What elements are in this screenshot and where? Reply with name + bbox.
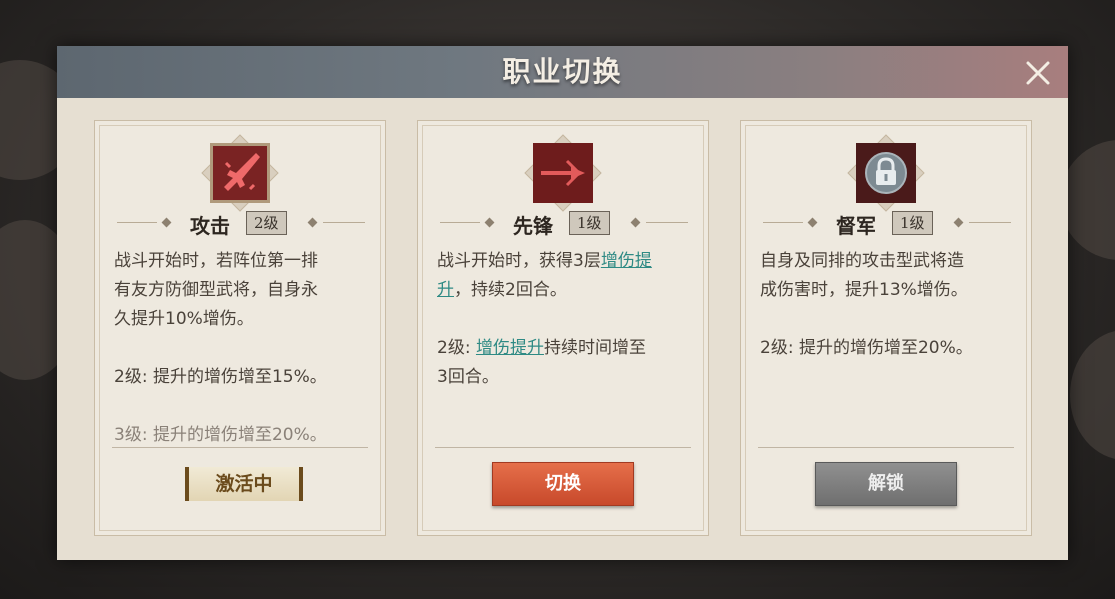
background-blob <box>1070 330 1115 460</box>
lock-icon <box>846 133 926 213</box>
decor-diamond <box>161 217 172 228</box>
buff-link[interactable]: 增伤提 <box>601 251 652 271</box>
divider <box>758 447 1014 448</box>
decor-line <box>763 222 803 223</box>
desc-line: 3回合。 <box>437 367 499 387</box>
sword-icon <box>200 133 280 213</box>
level-badge: 1级 <box>569 211 610 235</box>
buff-link[interactable]: 增伤提升 <box>476 338 544 358</box>
dagger-icon <box>523 133 603 213</box>
divider <box>112 447 368 448</box>
class-name: 先锋 <box>513 214 553 238</box>
desc-line: 久提升10%增伤。 <box>114 309 254 329</box>
level-badge: 1级 <box>892 211 933 235</box>
class-name: 督军 <box>836 214 876 238</box>
desc-line: 有友方防御型武将，自身永 <box>114 280 318 300</box>
close-icon[interactable] <box>1023 58 1053 88</box>
decor-line <box>646 222 688 223</box>
decor-line <box>117 222 157 223</box>
divider <box>435 447 691 448</box>
level-3-desc: 3级: 提升的增伤增至20%。 <box>114 425 327 445</box>
class-description: 战斗开始时，若阵位第一排 有友方防御型武将，自身永 久提升10%增伤。 2级: … <box>114 247 368 450</box>
background-blob <box>1060 140 1115 260</box>
level-2-desc: 2级: 提升的增伤增至15%。 <box>114 367 327 387</box>
desc-line: 战斗开始时，若阵位第一排 <box>114 251 318 271</box>
desc-line: 战斗开始时，获得3层增伤提 <box>437 251 652 271</box>
class-name: 攻击 <box>190 214 230 238</box>
decor-diamond <box>484 217 495 228</box>
level-badge: 2级 <box>246 211 287 235</box>
decor-diamond <box>807 217 818 228</box>
active-status-badge: 激活中 <box>185 467 303 501</box>
level-2-desc: 2级: 增伤提升持续时间增至 <box>437 338 646 358</box>
desc-line: 自身及同排的攻击型武将造 <box>760 251 964 271</box>
switch-button[interactable]: 切换 <box>492 462 634 506</box>
class-card-vanguard[interactable]: 先锋 1级 战斗开始时，获得3层增伤提 升，持续2回合。 2级: 增伤提升持续时… <box>417 120 709 536</box>
buff-link[interactable]: 升 <box>437 280 454 300</box>
decor-diamond <box>307 217 318 228</box>
decor-line <box>323 222 365 223</box>
decor-diamond <box>630 217 641 228</box>
class-card-commander[interactable]: 督军 1级 自身及同排的攻击型武将造 成伤害时，提升13%增伤。 2级: 提升的… <box>740 120 1032 536</box>
decor-line <box>440 222 480 223</box>
class-description: 自身及同排的攻击型武将造 成伤害时，提升13%增伤。 2级: 提升的增伤增至20… <box>760 247 1014 363</box>
desc-line: 成伤害时，提升13%增伤。 <box>760 280 968 300</box>
dialog-title: 职业切换 <box>502 55 623 88</box>
class-switch-dialog: 职业切换 攻击 2级 战斗开始时，若阵位第一排 有友方防御型武将，自身永 久提升… <box>57 46 1068 560</box>
unlock-button[interactable]: 解锁 <box>815 462 957 506</box>
class-description: 战斗开始时，获得3层增伤提 升，持续2回合。 2级: 增伤提升持续时间增至 3回… <box>437 247 691 392</box>
decor-diamond <box>953 217 964 228</box>
class-card-attack[interactable]: 攻击 2级 战斗开始时，若阵位第一排 有友方防御型武将，自身永 久提升10%增伤… <box>94 120 386 536</box>
desc-line: 升，持续2回合。 <box>437 280 567 300</box>
decor-line <box>969 222 1011 223</box>
level-2-desc: 2级: 提升的增伤增至20%。 <box>760 338 973 358</box>
